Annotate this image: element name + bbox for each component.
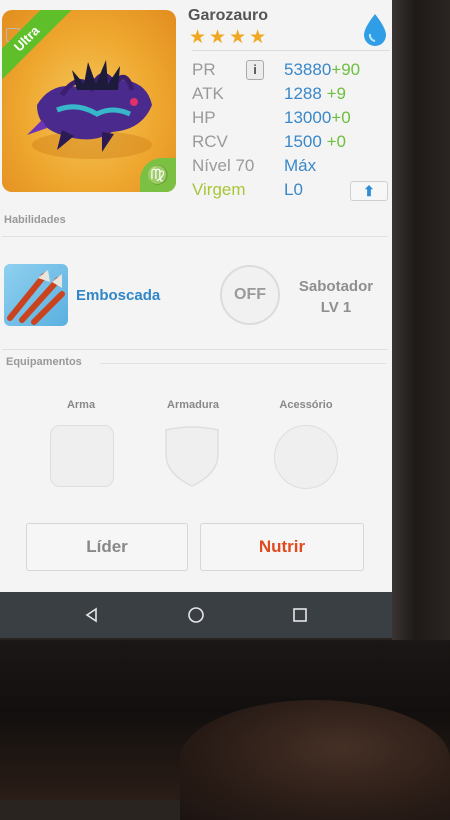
upgrade-arrow-button[interactable]: ⬆ <box>350 181 388 201</box>
stat-value: 1288 +9 <box>284 84 346 103</box>
equipment-top-divider <box>2 349 388 350</box>
stat-label: HP <box>192 108 216 127</box>
stat-row-hp: HP 13000+0 <box>192 106 388 130</box>
stat-value: 1500 +0 <box>284 132 346 151</box>
feed-button[interactable]: Nutrir <box>200 523 364 571</box>
header-divider <box>192 50 390 51</box>
skill-icon[interactable] <box>4 264 68 326</box>
stat-row-sign: Virgem L0 ⬆ <box>192 178 388 202</box>
monster-portrait[interactable]: Ultra ♍ <box>2 10 176 192</box>
skills-divider <box>2 236 388 237</box>
equipment-section-title: Equipamentos <box>6 356 82 368</box>
accessory-slot[interactable] <box>274 425 338 489</box>
armor-slot[interactable] <box>162 424 222 493</box>
water-drop-icon <box>360 12 390 53</box>
background-hand <box>180 700 450 820</box>
equip-label-weapon: Arma <box>66 399 96 411</box>
recent-square-icon <box>293 608 307 622</box>
equip-label-armor: Armadura <box>167 399 219 411</box>
leader-button[interactable]: Líder <box>26 523 188 571</box>
star-rating: ★ ★ ★ ★ <box>189 28 266 48</box>
stats-panel: PR i 53880+90 ATK 1288 +9 HP 13000+0 RCV… <box>192 58 388 202</box>
stat-row-level: Nível 70 Máx <box>192 154 388 178</box>
stat-value: 13000+0 <box>284 108 351 127</box>
skill-toggle[interactable]: OFF <box>220 265 280 325</box>
shield-slot-icon <box>165 426 219 487</box>
skill-class-name: Sabotador <box>298 278 374 295</box>
sign-label: Virgem <box>192 180 246 199</box>
equip-label-accessory: Acessório <box>279 399 333 411</box>
home-circle-icon <box>188 607 204 623</box>
level-label: Nível 70 <box>192 156 255 175</box>
stat-label: RCV <box>192 132 228 151</box>
skill-class-level: LV 1 <box>320 299 352 316</box>
skills-section-title: Habilidades <box>4 214 66 226</box>
stat-row-pr: PR i 53880+90 <box>192 58 388 82</box>
star-icon: ★ <box>209 27 227 48</box>
sign-level-value: L0 <box>284 180 303 199</box>
home-button[interactable] <box>181 600 211 630</box>
star-icon: ★ <box>249 27 267 48</box>
trident-claw-icon <box>7 270 65 325</box>
back-button[interactable] <box>77 600 107 630</box>
weapon-slot[interactable] <box>50 425 114 487</box>
skill-name[interactable]: Emboscada <box>76 287 160 304</box>
star-icon: ★ <box>189 27 207 48</box>
recent-apps-button[interactable] <box>285 600 315 630</box>
stat-label: PR <box>192 60 216 79</box>
level-value: Máx <box>284 156 317 175</box>
skill-class: Sabotador LV 1 <box>286 276 386 318</box>
stat-value: 53880+90 <box>284 60 361 79</box>
star-icon: ★ <box>229 27 247 48</box>
stat-row-rcv: RCV 1500 +0 <box>192 130 388 154</box>
equipment-divider <box>100 363 386 364</box>
android-nav-bar <box>0 592 392 638</box>
monster-detail-screen: Ultra ♍ Garozauro ★ ★ ★ ★ PR i 53880+90 <box>0 0 392 592</box>
stat-label: ATK <box>192 84 224 103</box>
info-button[interactable]: i <box>246 60 264 80</box>
back-triangle-icon <box>85 607 97 623</box>
stat-row-atk: ATK 1288 +9 <box>192 82 388 106</box>
monster-name: Garozauro <box>188 7 269 24</box>
